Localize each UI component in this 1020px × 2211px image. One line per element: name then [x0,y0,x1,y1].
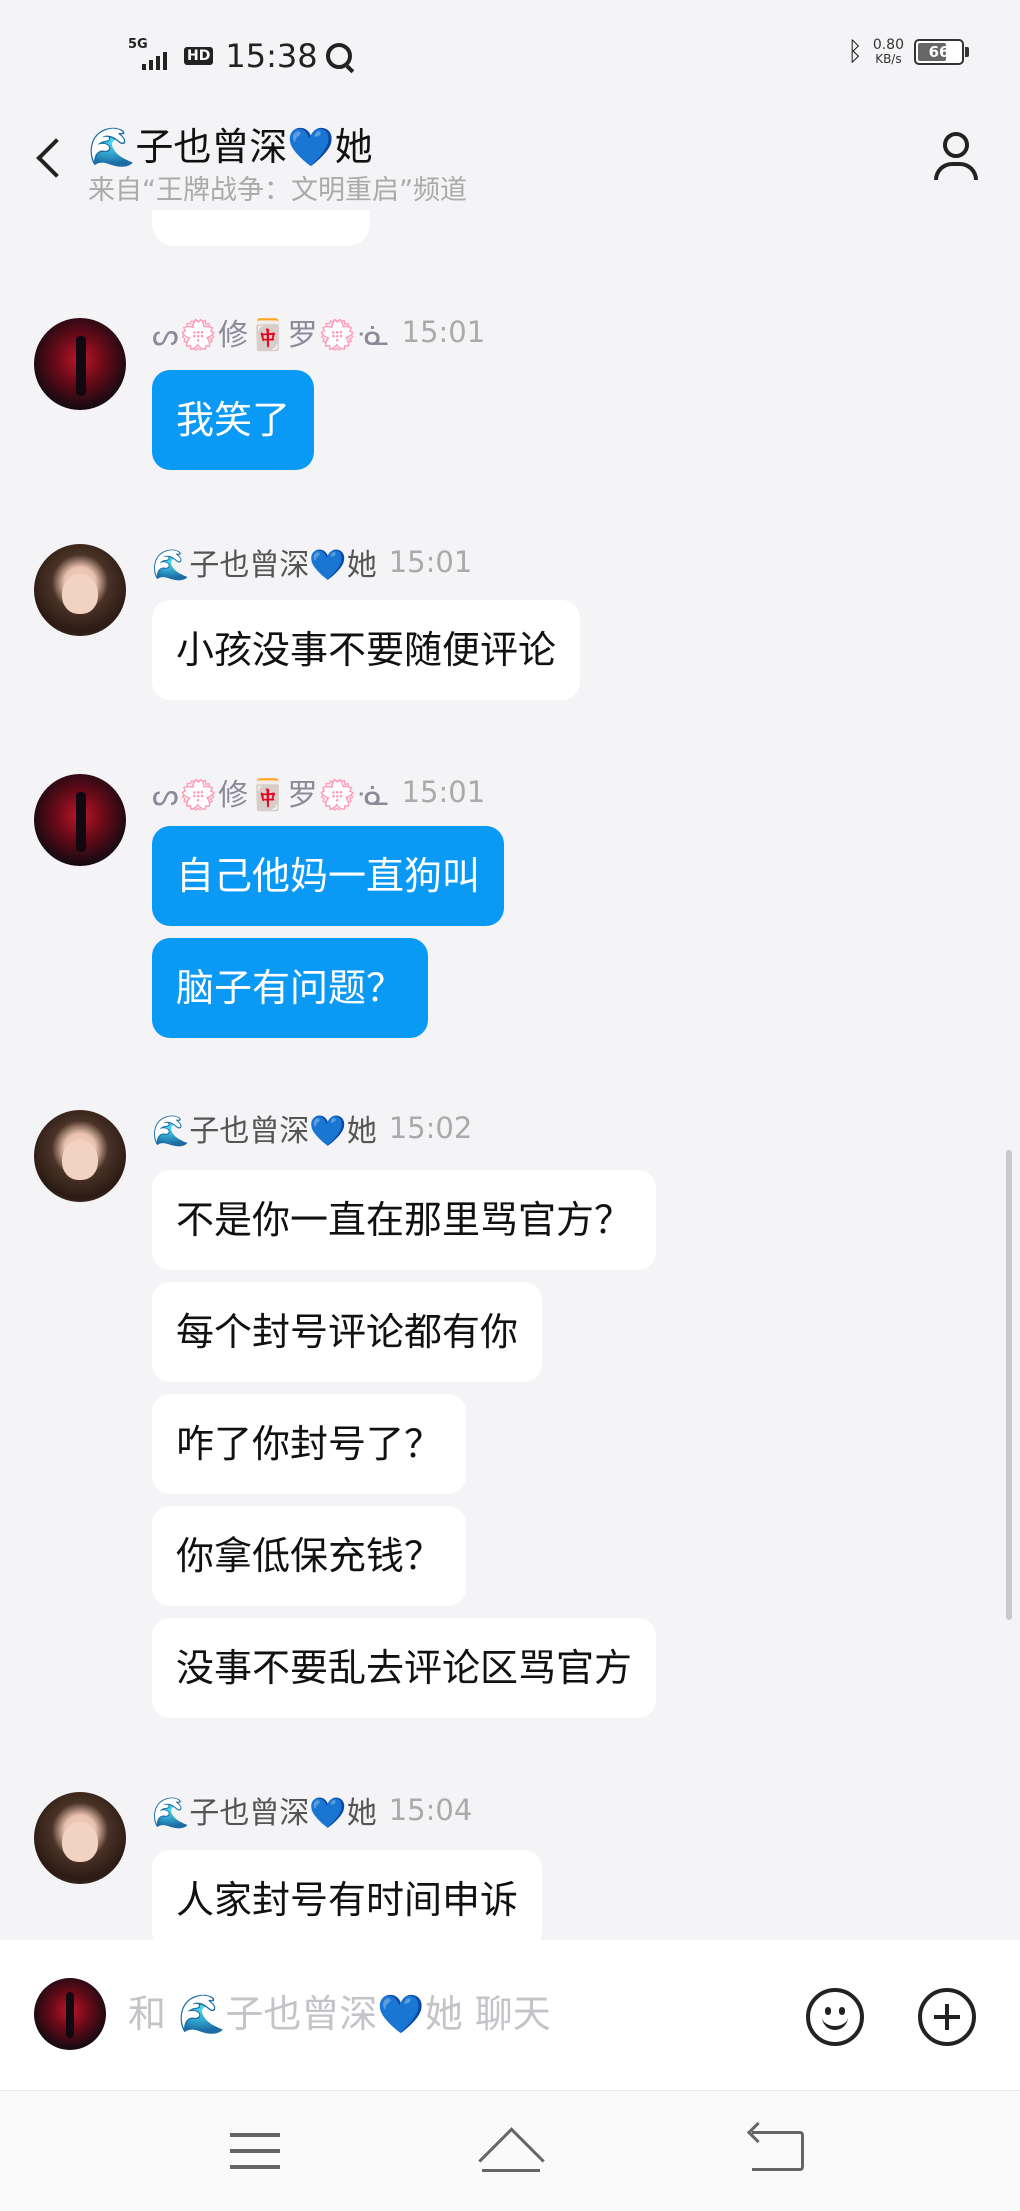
message-bubble[interactable]: 小孩没事不要随便评论 [152,600,581,700]
sender-name[interactable]: ᔕ💮修🀄罗💮ᓍ [152,770,390,814]
channel-subtitle: 来自“王牌战争：文明重启”频道 [88,175,467,206]
red-figure-avatar[interactable] [34,318,126,410]
status-time: 15:38 [225,37,318,75]
scrollbar[interactable] [1006,1150,1012,1620]
my-avatar[interactable] [34,1978,106,2050]
home-icon[interactable] [478,2127,544,2173]
message-time: 15:01 [401,775,486,809]
message-time: 15:01 [388,545,473,579]
message-bubble[interactable]: 你拿低保充钱？ [152,1506,467,1606]
network-speed: 0.80 KB/s [873,38,904,66]
message-time: 15:04 [388,1793,473,1827]
message-bubble[interactable]: 每个封号评论都有你 [152,1282,543,1382]
message-bubble[interactable]: 人家封号有时间申诉 [152,1850,543,1940]
message-bubble[interactable]: 咋了你封号了？ [152,1394,467,1494]
message-bubble[interactable]: 自己他妈一直狗叫 [152,826,505,926]
sender-name[interactable]: 🌊子也曾深💙她 [152,540,377,584]
message-list[interactable]: ᔕ💮修🀄罗💮ᓍ 15:01 我笑了 🌊子也曾深💙她 15:01 小孩没事不要随便… [0,210,1020,1940]
chat-header: 🌊子也曾深💙她 来自“王牌战争：文明重启”频道 [0,110,1020,210]
chat-title: 🌊子也曾深💙她 [88,125,373,169]
chat-input-bar [0,1940,1020,2090]
red-figure-avatar[interactable] [34,774,126,866]
battery-level: 66 [928,43,950,61]
girl-avatar[interactable] [34,544,126,636]
message-bubble[interactable]: 脑子有问题？ [152,938,429,1038]
battery-icon: 66 [914,39,969,65]
message-time: 15:01 [401,315,486,349]
sender-name[interactable]: 🌊子也曾深💙她 [152,1788,377,1832]
cut-off-message-bubble [152,210,370,246]
message-bubble[interactable]: 不是你一直在那里骂官方？ [152,1170,657,1270]
emoji-icon[interactable] [806,1988,864,2046]
sender-name[interactable]: 🌊子也曾深💙她 [152,1106,377,1150]
back-icon[interactable] [752,2131,804,2171]
network-speed-unit: KB/s [875,52,902,66]
back-chevron-icon[interactable] [30,132,70,182]
message-bubble[interactable]: 我笑了 [152,370,315,470]
menu-icon[interactable] [230,2131,280,2171]
girl-avatar[interactable] [34,1110,126,1202]
hd-badge: HD [184,47,214,65]
network-speed-value: 0.80 [872,37,904,53]
chat-input[interactable] [128,1984,768,2044]
signal-icon: 5G [128,38,176,74]
profile-icon[interactable] [932,132,980,182]
girl-avatar[interactable] [34,1792,126,1884]
status-bar: 5G HD 15:38 ᛒ 0.80 KB/s 66 [0,0,1020,110]
message-bubble[interactable]: 没事不要乱去评论区骂官方 [152,1618,657,1718]
message-time: 15:02 [388,1111,473,1145]
system-nav-bar [0,2090,1020,2211]
plus-icon[interactable] [918,1988,976,2046]
sender-name[interactable]: ᔕ💮修🀄罗💮ᓍ [152,310,390,354]
bluetooth-icon: ᛒ [847,37,863,67]
search-notification-icon [325,43,352,69]
